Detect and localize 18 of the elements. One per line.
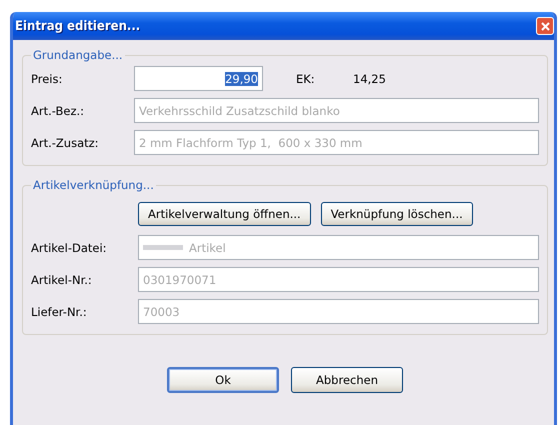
action-button[interactable]: Verknüpfung löschen... — [320, 202, 473, 226]
cancel-button[interactable]: Abbrechen — [291, 367, 403, 393]
close-icon — [540, 22, 550, 30]
field-label: EK: — [296, 72, 316, 86]
field-label: Liefer-Nr.: — [31, 304, 88, 318]
group-title: Grundangabe... — [32, 48, 124, 62]
input-field[interactable]: 29,90 — [134, 66, 263, 91]
ok-button[interactable]: Ok — [167, 367, 279, 393]
field-label: Artikel-Nr.: — [31, 272, 93, 286]
group-title: Artikelverknüpfung... — [32, 178, 155, 192]
field-label: Artikel-Datei: — [31, 240, 108, 254]
window-title: Eintrag editieren... — [15, 18, 140, 34]
close-button[interactable] — [536, 17, 554, 35]
field-label: Art.-Bez.: — [31, 104, 86, 118]
field-label: Art.-Zusatz: — [31, 136, 100, 150]
field-value: 14,25 — [353, 72, 386, 86]
action-button[interactable]: Artikelverwaltung öffnen... — [138, 202, 311, 226]
field-label: Preis: — [31, 72, 64, 86]
